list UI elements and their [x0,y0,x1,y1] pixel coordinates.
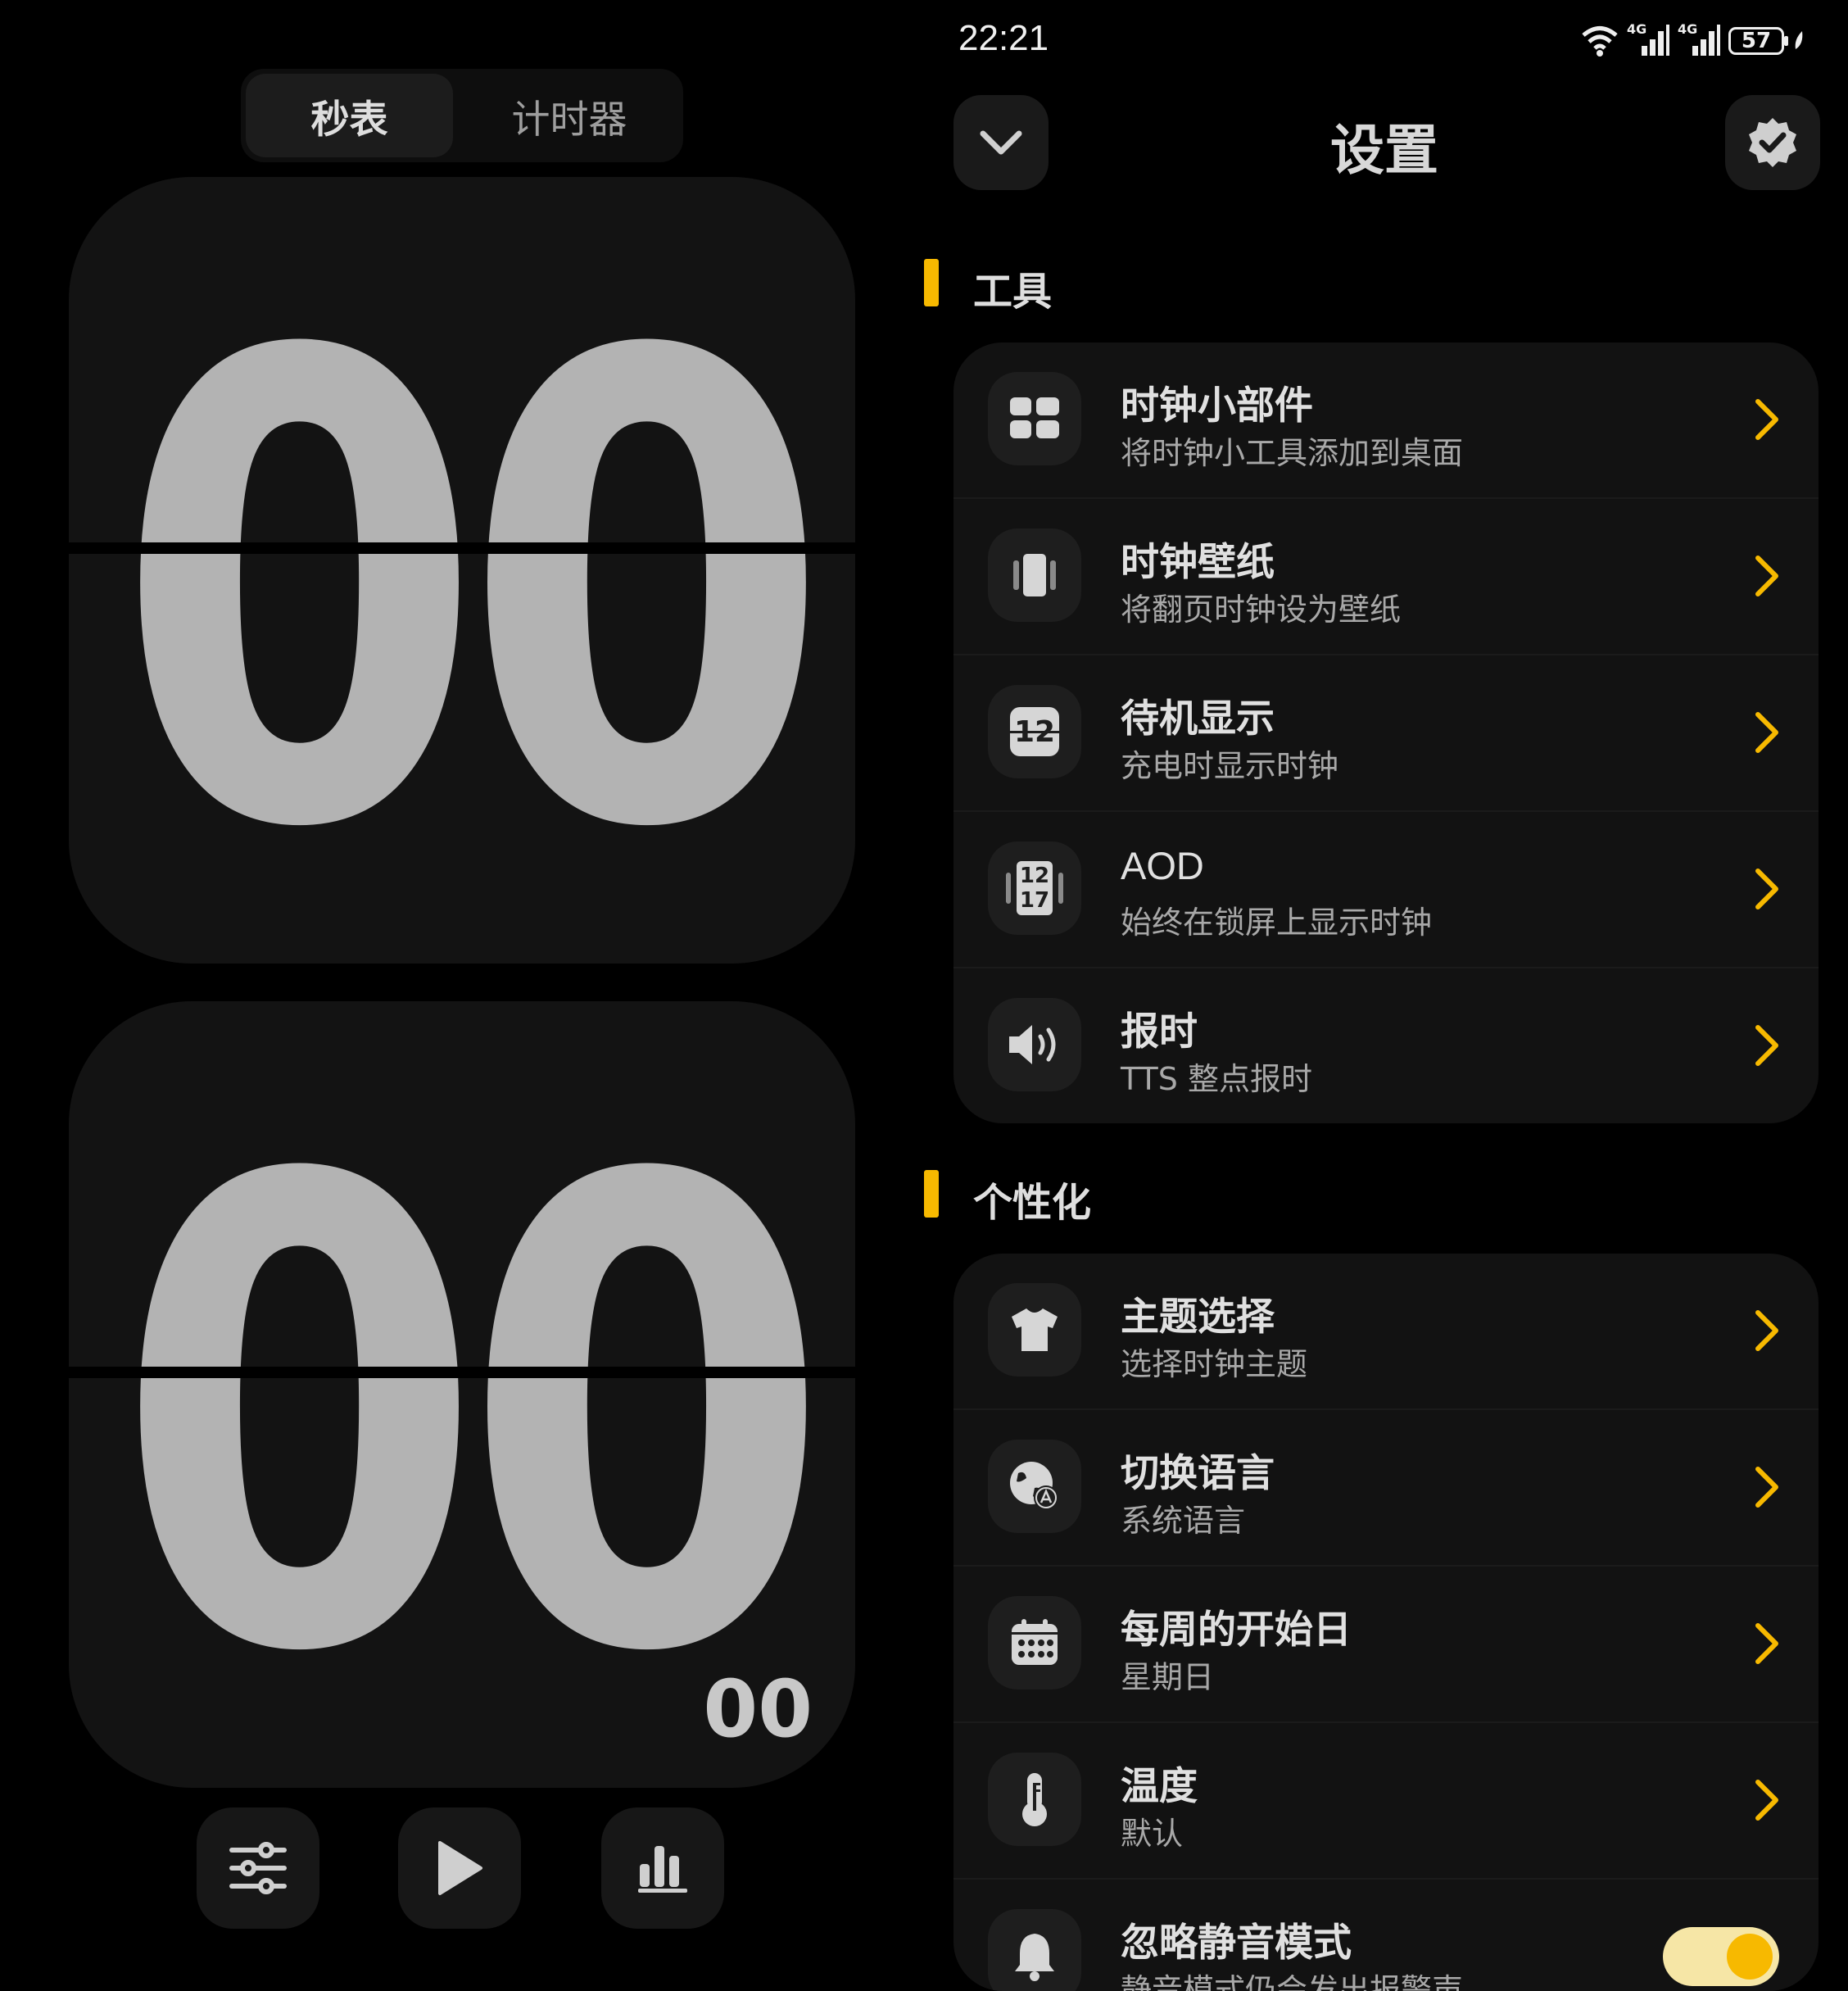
item-subtitle: 静音模式仍会发出报警声 [1121,1972,1464,1991]
sliders-icon [229,1842,287,1894]
bar-chart-icon [638,1846,687,1893]
chevron-right-icon [1755,399,1778,440]
item-title: AOD [1121,844,1204,887]
bell-icon [988,1909,1081,1991]
settings-item-clock-wallpaper[interactable]: 时钟壁纸 将翻页时钟设为壁纸 [953,497,1819,654]
section-title-tools: 工具 [973,269,1053,315]
settings-sliders-button[interactable] [197,1807,319,1929]
seconds-flip-card: 00 00 [69,1001,855,1788]
aod-icon-hour: 12 [1019,864,1050,888]
item-subtitle: 始终在锁屏上显示时钟 [1121,905,1433,941]
ignore-silent-toggle[interactable] [1663,1927,1779,1986]
mode-segmented-control: 秒表 计时器 [241,69,683,162]
section-title-personalize: 个性化 [973,1180,1092,1226]
item-title: 温度 [1121,1764,1198,1809]
minutes-value: 00 [115,220,810,964]
page-title: 设置 [1330,119,1438,182]
item-subtitle: 默认 [1121,1816,1184,1852]
aod-icon: 12 17 [988,841,1081,935]
chevron-right-icon [1755,1025,1778,1066]
item-subtitle: 星期日 [1121,1659,1215,1695]
tools-card: 时钟小部件 将时钟小工具添加到桌面 时钟壁纸 将翻页时钟设为壁纸 12 待机显示… [953,342,1819,1123]
leaf-icon [1795,31,1803,49]
section-accent-bar [924,1170,939,1218]
chevron-down-icon [980,130,1022,155]
item-title: 报时 [1121,1009,1198,1054]
settings-item-week-start[interactable]: 每周的开始日 星期日 [953,1565,1819,1721]
chevron-right-icon [1755,1780,1778,1821]
chevron-right-icon [1755,1623,1778,1664]
calendar-icon [988,1596,1081,1689]
verified-badge-icon [1749,118,1796,167]
item-subtitle: 将翻页时钟设为壁纸 [1121,592,1402,628]
flip-divider [69,1367,855,1378]
play-button[interactable] [398,1807,521,1929]
signal-1-icon: 4G [1627,21,1669,59]
item-title: 时钟壁纸 [1121,540,1275,585]
flip-divider [69,542,855,554]
settings-item-standby[interactable]: 12 待机显示 充电时显示时钟 [953,654,1819,810]
item-title: 时钟小部件 [1121,383,1313,429]
tab-timer[interactable]: 计时器 [460,74,678,157]
item-title: 忽略静音模式 [1121,1921,1352,1966]
back-button[interactable] [953,95,1049,190]
settings-item-clock-widget[interactable]: 时钟小部件 将时钟小工具添加到桌面 [953,342,1819,497]
item-subtitle: 充电时显示时钟 [1121,748,1339,784]
aod-icon-minute: 17 [1019,888,1050,913]
chevron-right-icon [1755,556,1778,596]
settings-item-temperature[interactable]: 温度 默认 [953,1721,1819,1878]
verified-button[interactable] [1725,95,1820,190]
battery-level: 57 [1741,29,1772,53]
settings-item-language[interactable]: 切换语言 系统语言 [953,1408,1819,1565]
chevron-right-icon [1755,869,1778,909]
settings-item-ignore-silent[interactable]: 忽略静音模式 静音模式仍会发出报警声 [953,1878,1819,1991]
network-2-label: 4G [1678,21,1698,37]
milliseconds-value: 00 [703,1663,813,1755]
wallpaper-icon [988,528,1081,622]
chevron-right-icon [1755,1310,1778,1351]
thermometer-icon [988,1753,1081,1846]
item-subtitle: 选择时钟主题 [1121,1346,1308,1382]
battery-icon: 57 [1728,27,1788,55]
status-time: 22:21 [958,18,1049,58]
status-icons: 4G 4G 57 [1581,21,1805,59]
chevron-right-icon [1755,1467,1778,1508]
item-subtitle: 系统语言 [1121,1503,1246,1539]
minutes-digits: 00 [115,220,832,964]
personalize-card: 主题选择 选择时钟主题 切换语言 系统语言 每周的开始日 星期日 温度 默认 忽… [953,1254,1819,1991]
signal-2-icon: 4G [1678,21,1720,59]
item-title: 切换语言 [1121,1451,1275,1496]
section-accent-bar [924,259,939,306]
chevron-right-icon [1755,712,1778,753]
settings-item-theme[interactable]: 主题选择 选择时钟主题 [953,1254,1819,1408]
settings-item-aod[interactable]: 12 17 AOD 始终在锁屏上显示时钟 [953,810,1819,967]
play-icon [438,1841,482,1895]
network-1-label: 4G [1627,21,1647,37]
globe-translate-icon [988,1440,1081,1533]
settings-item-time-announce[interactable]: 报时 TTS 整点报时 [953,967,1819,1123]
tshirt-icon [988,1283,1081,1376]
tab-stopwatch[interactable]: 秒表 [246,74,453,157]
toggle-knob [1727,1934,1773,1980]
lap-records-button[interactable] [601,1807,724,1929]
standby-clock-icon: 12 [988,685,1081,778]
minutes-flip-card: 00 [69,177,855,964]
speaker-icon [988,998,1081,1091]
item-subtitle: 将时钟小工具添加到桌面 [1121,435,1464,471]
wifi-icon [1582,26,1618,57]
widgets-icon [988,372,1081,465]
item-subtitle: TTS 整点报时 [1121,1061,1312,1097]
item-title: 待机显示 [1121,696,1275,742]
item-title: 主题选择 [1121,1295,1275,1340]
item-title: 每周的开始日 [1121,1608,1352,1653]
